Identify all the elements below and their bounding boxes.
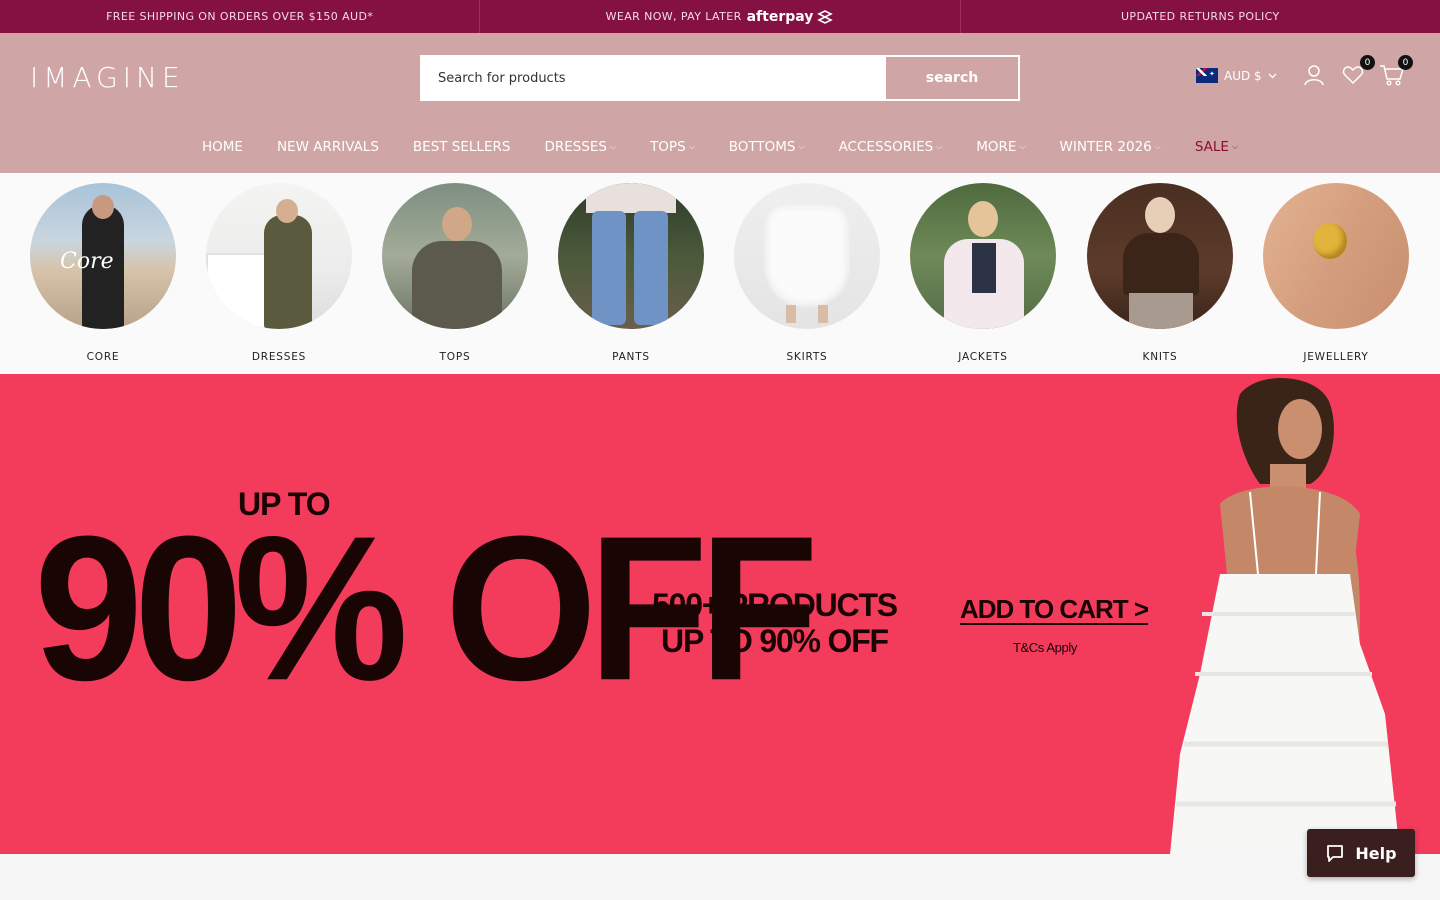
wishlist-button[interactable]: 0 [1341,55,1375,89]
user-icon [1304,65,1324,86]
chevron-down-icon: ⌵ [798,142,805,151]
returns-text: UPDATED RETURNS POLICY [1120,10,1280,23]
category-jewellery[interactable]: JEWELLERY [1263,183,1409,363]
help-label: Help [1355,843,1397,863]
currency-selector[interactable]: AUD $ [1196,68,1277,83]
nav-item-best-sellers[interactable]: BEST SELLERS [396,135,528,159]
search-input[interactable] [422,57,886,99]
nav-item-new-arrivals[interactable]: NEW ARRIVALS [260,135,396,159]
site-logo[interactable]: IMAGINE [30,61,185,94]
afterpay-arrows-icon [817,9,834,24]
category-dresses[interactable]: DRESSES [206,183,352,363]
nav-item-sale[interactable]: SALE ⌵ [1178,135,1255,159]
nav-item-accessories[interactable]: ACCESSORIES ⌵ [822,135,960,159]
category-image [734,183,880,329]
chevron-down-icon: ⌵ [1154,142,1161,151]
category-label: KNITS [1142,351,1178,363]
below-hero-area [0,854,1440,900]
nav-label: TOPS [650,139,686,155]
search-form: search [420,55,1020,101]
chevron-down-icon: ⌵ [609,142,617,151]
category-image [1087,183,1233,329]
nav-label: BEST SELLERS [412,139,511,155]
announcement-shipping[interactable]: FREE SHIPPING ON ORDERS OVER $150 AUD* [0,0,481,33]
announcement-bar: FREE SHIPPING ON ORDERS OVER $150 AUD* W… [0,0,1440,33]
hero-products-line1: 500+ PRODUCTS [652,587,898,623]
nav-item-home[interactable]: HOME [185,135,260,159]
wear-now-text: WEAR NOW, PAY LATER [605,10,742,23]
category-tops[interactable]: TOPS [382,183,528,363]
cart-count-badge: 0 [1398,55,1413,70]
nav-label: MORE [976,139,1017,155]
chat-bubble-icon [1327,845,1344,862]
site-header: IMAGINE search AUD $ 0 0 HOME NEW ARRIVA… [0,33,1440,173]
category-pants[interactable]: PANTS [558,183,704,363]
nav-item-bottoms[interactable]: BOTTOMS ⌵ [712,135,822,159]
category-image [206,183,352,329]
nav-label: WINTER 2026 [1059,139,1152,155]
hero-products-line2: UP TO 90% OFF [661,623,889,659]
add-to-cart-link[interactable]: ADD TO CART > [960,594,1149,625]
category-image [1263,183,1409,329]
currency-label: AUD $ [1224,68,1262,83]
chevron-down-icon [1268,73,1277,78]
category-label: CORE [86,351,120,363]
nav-label: DRESSES [544,139,607,155]
category-jackets[interactable]: JACKETS [910,183,1056,363]
category-skirts[interactable]: SKIRTS [734,183,880,363]
category-image [382,183,528,329]
chevron-down-icon: ⌵ [936,142,943,151]
account-button[interactable] [1302,63,1328,89]
announcement-afterpay[interactable]: WEAR NOW, PAY LATER afterpay [480,0,961,33]
category-label: JACKETS [958,351,1008,363]
nav-label: ACCESSORIES [838,139,934,155]
category-knits[interactable]: KNITS [1087,183,1233,363]
category-core[interactable]: Core CORE [30,183,176,363]
hero-model-image [1170,377,1400,854]
afterpay-logo: afterpay [747,9,835,25]
announcement-returns[interactable]: UPDATED RETURNS POLICY [961,0,1440,33]
help-button[interactable]: Help [1307,829,1415,877]
category-label: PANTS [612,351,650,363]
category-image: Core [30,183,176,329]
hero-banner[interactable]: UP TO 90% OFF 500+ PRODUCTS UP TO 90% OF… [0,374,1440,854]
category-label: DRESSES [251,351,307,363]
australia-flag-icon [1196,68,1218,83]
afterpay-wordmark: afterpay [746,8,814,25]
nav-item-winter-2026[interactable]: WINTER 2026 ⌵ [1043,135,1178,159]
nav-label: SALE [1194,139,1229,155]
category-image [558,183,704,329]
terms-text: T&Cs Apply [1013,640,1077,655]
nav-item-dresses[interactable]: DRESSES ⌵ [527,135,633,159]
wishlist-count-badge: 0 [1360,55,1375,70]
main-navigation: HOME NEW ARRIVALS BEST SELLERS DRESSES ⌵ … [0,135,1440,159]
nav-label: NEW ARRIVALS [276,139,379,155]
search-button[interactable]: search [886,57,1018,99]
cart-button[interactable]: 0 [1379,55,1413,89]
hero-products-text: 500+ PRODUCTS UP TO 90% OFF [652,587,898,659]
nav-item-tops[interactable]: TOPS ⌵ [633,135,712,159]
nav-label: HOME [201,139,243,155]
chevron-down-icon: ⌵ [688,142,695,151]
category-strip: Core CORE DRESSES TOPS PANTS SKIRTS JACK… [0,173,1440,374]
nav-item-more[interactable]: MORE ⌵ [959,135,1042,159]
chevron-down-icon: ⌵ [1231,142,1239,151]
category-label: TOPS [439,351,471,363]
shipping-text: FREE SHIPPING ON ORDERS OVER $150 AUD* [106,10,374,23]
chevron-down-icon: ⌵ [1019,142,1026,151]
category-label: SKIRTS [786,351,828,363]
nav-label: BOTTOMS [728,139,796,155]
category-label: JEWELLERY [1303,351,1369,363]
category-image [910,183,1056,329]
